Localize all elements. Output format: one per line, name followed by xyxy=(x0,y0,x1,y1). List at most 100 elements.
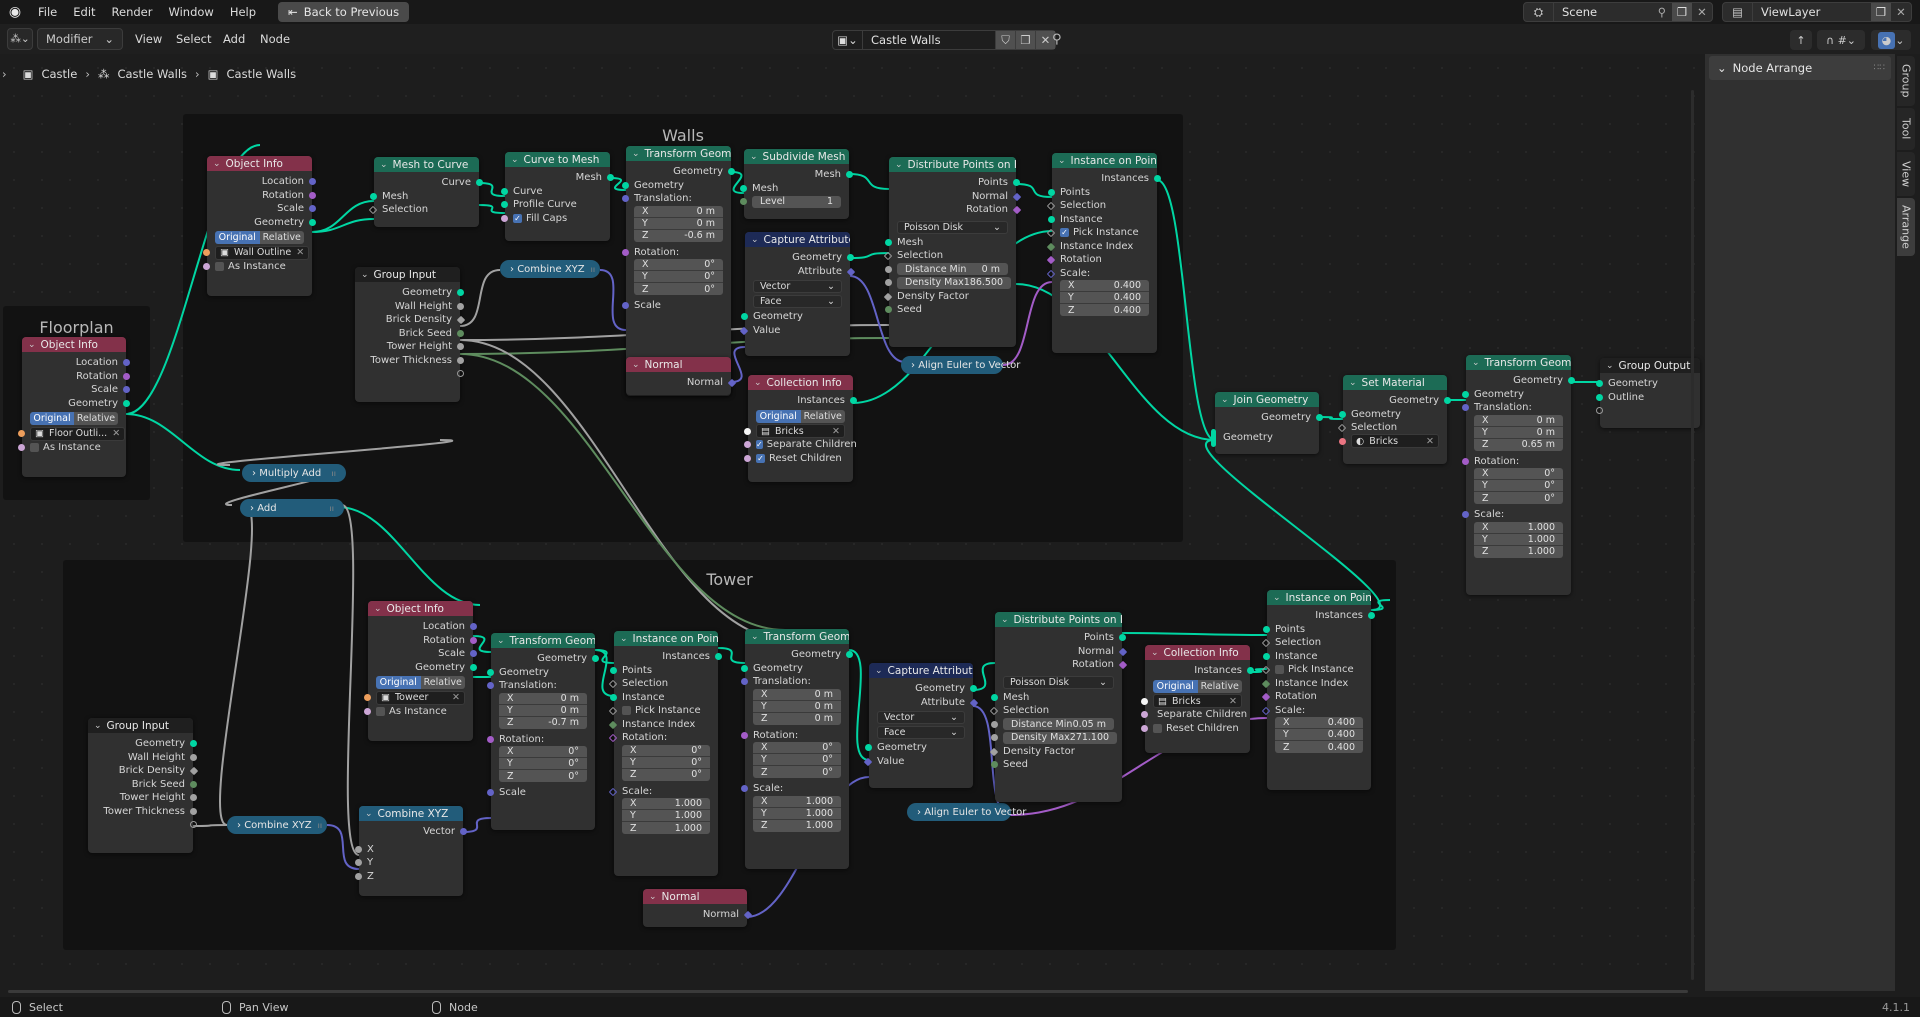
node-collection-info-walls[interactable]: ⌄ Collection Info Instances Original Relat… xyxy=(744,375,857,482)
node-set-material[interactable]: ⌄ Set Material Geometry Geometry Selectio… xyxy=(1337,375,1451,464)
translation-z-field[interactable]: Z -0.6 m xyxy=(634,229,723,242)
collapse-icon[interactable]: ⌄ xyxy=(374,604,382,614)
pick-instance-checkbox[interactable] xyxy=(622,706,631,716)
breadcrumb-toggle-icon[interactable]: › xyxy=(2,67,7,81)
scale-x-field[interactable]: X 0.400 xyxy=(1060,280,1149,292)
socket-dot[interactable] xyxy=(610,666,617,674)
node-group-input-walls[interactable]: ⌄ Group Input Geometry Wall Height Brick … xyxy=(355,267,466,402)
socket-dot[interactable] xyxy=(190,780,197,788)
tab-tool[interactable]: Tool xyxy=(1897,108,1915,150)
socket-dot[interactable] xyxy=(846,171,853,178)
pick-instance-checkbox[interactable]: ✓ xyxy=(1060,228,1069,238)
mode-dropdown[interactable]: Modifier ⌄ xyxy=(37,28,123,50)
density-max-field[interactable]: Density Max 186.500 xyxy=(897,276,1012,289)
socket-dot[interactable] xyxy=(1339,410,1346,418)
scale-x-field[interactable]: X 0.400 xyxy=(1275,717,1363,729)
socket-dot[interactable] xyxy=(457,302,464,310)
socket-dot[interactable] xyxy=(355,845,362,853)
socket-dot[interactable] xyxy=(203,249,210,256)
menu-node[interactable]: Node xyxy=(260,32,290,46)
collapse-icon[interactable]: ⌄ xyxy=(1472,358,1480,368)
socket-dot[interactable] xyxy=(1596,380,1603,387)
expand-icon[interactable]: › xyxy=(237,820,241,831)
node-object-info-tower[interactable]: ⌄ Object Info Location Rotation Scale Geo… xyxy=(364,601,477,741)
translation-z-field[interactable]: Z0 m xyxy=(753,712,841,725)
node-combine-xyz-collapsed-tower[interactable]: › Combine XYZ ıı xyxy=(227,816,327,834)
socket-dot[interactable] xyxy=(1048,215,1055,223)
collapse-icon[interactable]: ⌄ xyxy=(1606,361,1614,371)
fake-user-shield-icon[interactable]: ⛉ xyxy=(995,31,1015,49)
delete-scene-icon[interactable]: ✕ xyxy=(1692,3,1712,21)
socket-dot[interactable] xyxy=(309,205,316,212)
socket-dot[interactable] xyxy=(457,343,464,350)
scale-x-field[interactable]: X 1.000 xyxy=(622,798,710,810)
socket-dot[interactable] xyxy=(1013,179,1020,186)
socket-dot[interactable] xyxy=(1462,511,1469,518)
socket-dot[interactable] xyxy=(622,248,629,256)
as-instance-checkbox[interactable] xyxy=(376,706,385,716)
collapse-icon[interactable]: ⌄ xyxy=(28,340,36,350)
socket-dot[interactable] xyxy=(123,359,130,366)
node-join-geometry[interactable]: ⌄ Join Geometry Geometry Geometry xyxy=(1211,392,1323,454)
socket-dot[interactable] xyxy=(622,181,629,189)
socket-dot[interactable] xyxy=(190,753,197,761)
socket-dot[interactable] xyxy=(501,187,508,195)
node-transform-geometry-output[interactable]: ⌄ Transform Geometry Geometry Geometry Tr… xyxy=(1462,355,1575,595)
breadcrumb-item-object[interactable]: Castle xyxy=(41,67,77,81)
socket-dot[interactable] xyxy=(1568,377,1575,384)
socket-dot[interactable] xyxy=(457,289,464,296)
rotation-y-field[interactable]: Y 0° xyxy=(634,271,723,283)
original-option[interactable]: Original xyxy=(215,231,260,244)
density-max-field[interactable]: Density Max 271.100 xyxy=(1003,731,1118,744)
node-align-euler-tower[interactable]: › Align Euler to Vector xyxy=(907,803,1026,821)
rotation-z-field[interactable]: Z 0° xyxy=(634,283,723,295)
material-field[interactable]: ◐ Bricks ✕ xyxy=(1351,434,1439,449)
socket-dot[interactable] xyxy=(728,168,735,175)
socket-dot[interactable] xyxy=(123,386,130,393)
scale-y-field[interactable]: Y 0.400 xyxy=(1275,729,1363,741)
data-type-dropdown[interactable]: Vector ⌄ xyxy=(753,280,842,293)
socket-dot[interactable] xyxy=(355,872,362,880)
rotation-y-field[interactable]: Y 0° xyxy=(753,754,841,766)
rotation-y-field[interactable]: Y 0° xyxy=(622,756,710,769)
socket-dot[interactable] xyxy=(309,218,316,226)
socket-dot[interactable] xyxy=(744,454,751,462)
socket-dot[interactable] xyxy=(607,174,614,181)
scale-y-field[interactable]: Y 1.000 xyxy=(622,810,710,822)
node-capture-attribute-walls[interactable]: ⌄ Capture Attribute Geometry Attribute Ve… xyxy=(739,232,856,356)
socket-dot[interactable] xyxy=(622,195,629,202)
node-capture-attribute-tower[interactable]: ⌄ Capture Attribute Geometry Attribute Ve… xyxy=(863,663,979,788)
socket-dot[interactable] xyxy=(1462,390,1469,398)
socket-dot[interactable] xyxy=(991,761,998,768)
node-distribute-points-tower[interactable]: ⌄ Distribute Points on Faces Points Norma… xyxy=(989,612,1128,802)
clear-icon[interactable]: ✕ xyxy=(452,692,460,703)
translation-z-field[interactable]: Z -0.7 m xyxy=(499,716,587,729)
scale-z-field[interactable]: Z 0.400 xyxy=(1060,304,1149,316)
node-instance-on-points-walls[interactable]: ⌄ Instance on Points Instances Points Sel… xyxy=(1046,153,1161,353)
socket-dot[interactable] xyxy=(991,693,998,701)
collapse-icon[interactable]: ⌄ xyxy=(1221,395,1229,405)
scale-z-field[interactable]: Z 1.000 xyxy=(622,822,710,834)
socket-dot[interactable] xyxy=(847,254,854,261)
socket-dot[interactable] xyxy=(846,651,853,658)
reset-children-checkbox[interactable]: ✓ xyxy=(756,453,765,463)
socket-dot[interactable] xyxy=(592,655,599,662)
socket-dot[interactable] xyxy=(487,682,494,689)
menu-file[interactable]: File xyxy=(30,5,65,19)
socket-dot[interactable] xyxy=(487,789,494,796)
socket-dot[interactable] xyxy=(885,279,892,286)
snap-toggle[interactable]: ∩ #⌄ xyxy=(1817,30,1865,50)
expand-icon[interactable]: › xyxy=(911,360,915,371)
node-normal-tower[interactable]: ⌄ Normal Normal xyxy=(643,889,753,927)
socket-dot[interactable] xyxy=(123,399,130,407)
node-curve-to-mesh[interactable]: ⌄ Curve to Mesh Mesh Curve Profile Curve … xyxy=(501,152,614,241)
collapse-icon[interactable]: ⌄ xyxy=(649,892,657,902)
socket-dot[interactable] xyxy=(501,201,508,208)
node-add[interactable]: › Add ıı xyxy=(240,499,344,517)
translation-x-field[interactable]: X0 m xyxy=(499,692,587,705)
original-option[interactable]: Original xyxy=(376,676,421,689)
overlay-toggle[interactable]: ◕ ⌄ xyxy=(1871,30,1911,50)
socket-dot[interactable] xyxy=(1444,397,1451,404)
socket-dot[interactable] xyxy=(741,731,748,739)
as-instance-checkbox[interactable] xyxy=(215,261,224,271)
